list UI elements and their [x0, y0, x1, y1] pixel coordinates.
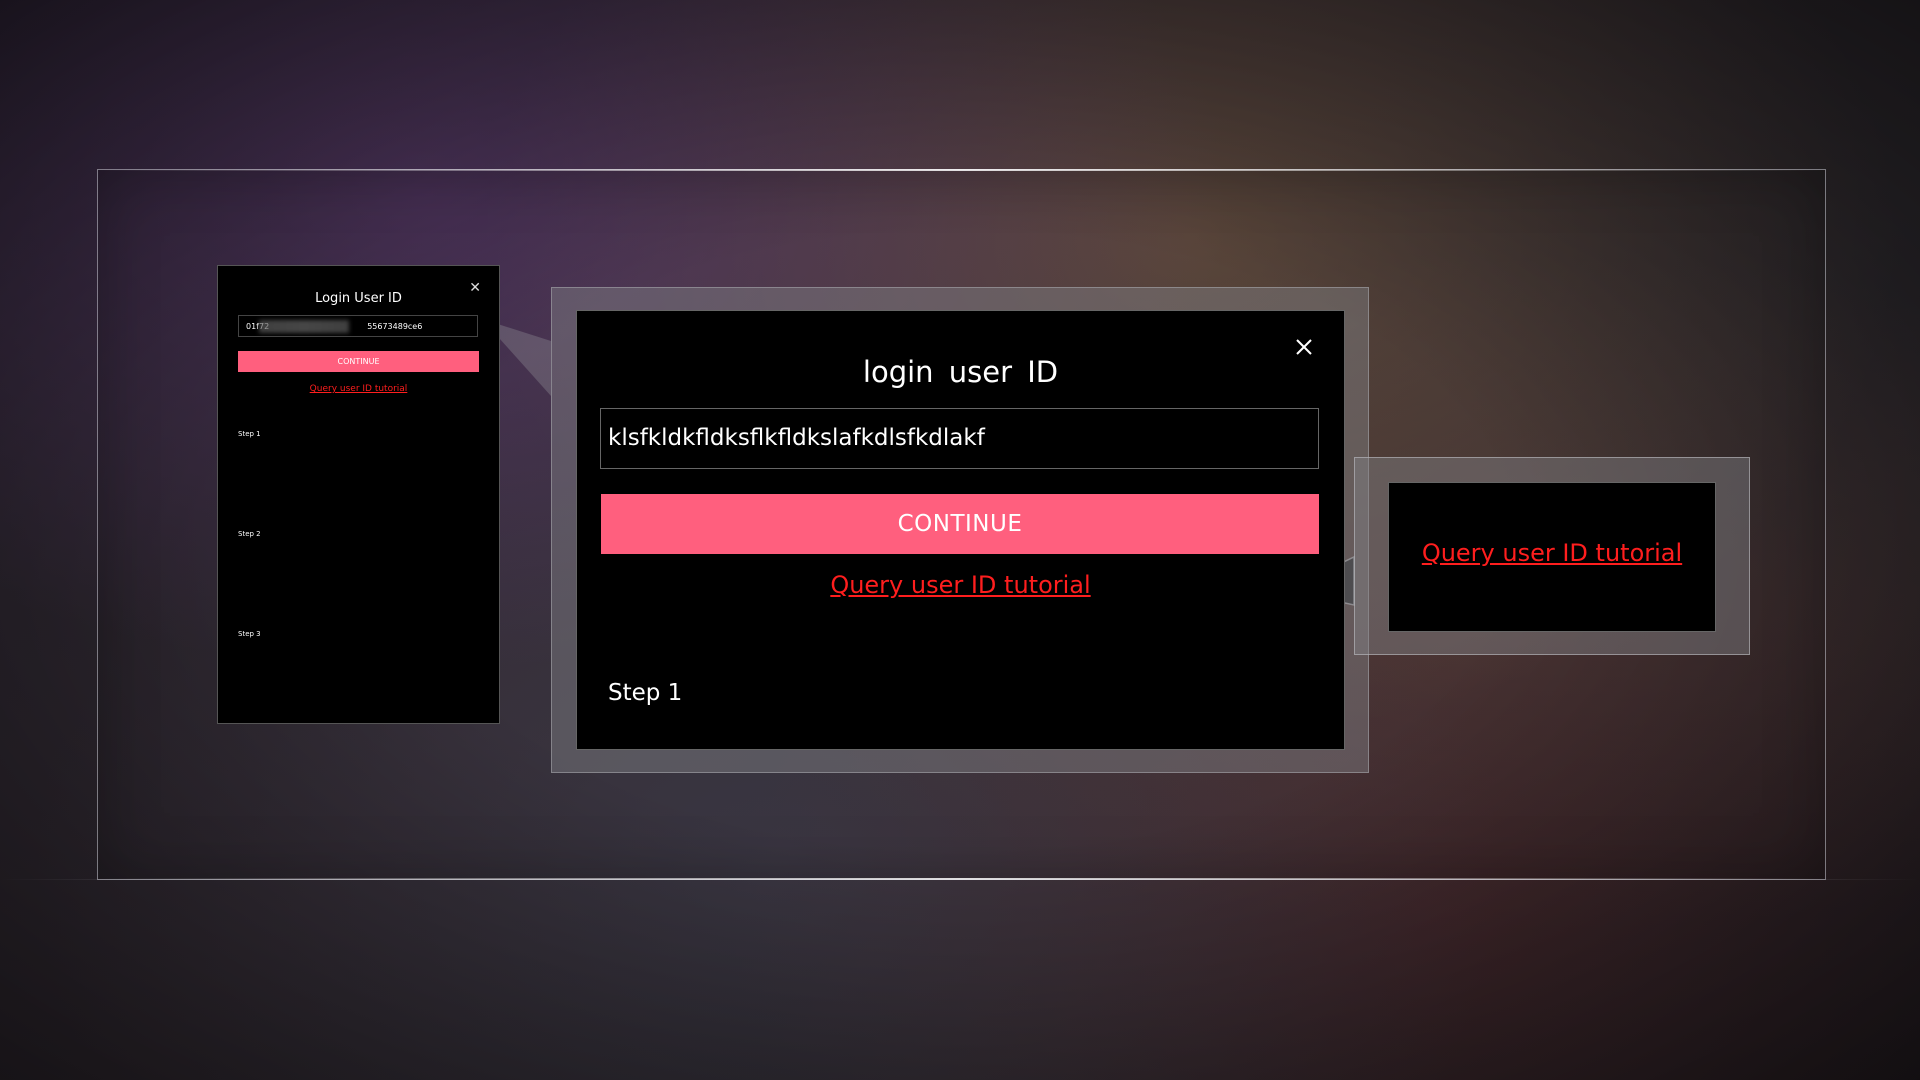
- user-id-input[interactable]: 01f72 55673489ce6: [238, 315, 478, 337]
- close-icon[interactable]: [1293, 336, 1315, 358]
- step-1-label: Step 1: [608, 680, 683, 706]
- dialog-title: login user ID: [862, 355, 1059, 389]
- step-1-label: Step 1: [238, 430, 261, 438]
- redacted-blur: [259, 320, 349, 333]
- close-icon[interactable]: ✕: [469, 281, 481, 295]
- callout-box: Query user ID tutorial: [1388, 482, 1716, 632]
- tutorial-link[interactable]: Query user ID tutorial: [577, 571, 1344, 599]
- user-id-suffix: 55673489ce6: [367, 322, 423, 331]
- dialog-title: Login User ID: [315, 291, 402, 306]
- user-id-input[interactable]: [600, 408, 1319, 469]
- login-dialog: login user ID CONTINUE Query user ID tut…: [576, 310, 1345, 750]
- login-dialog-preview: Login User ID ✕ 01f72 55673489ce6 CONTINU…: [217, 265, 500, 724]
- frame-glow-top: [98, 169, 1825, 171]
- horizontal-divider: [0, 879, 1920, 880]
- continue-button[interactable]: CONTINUE: [238, 351, 479, 372]
- step-2-label: Step 2: [238, 530, 261, 538]
- tutorial-link-callout[interactable]: Query user ID tutorial: [1389, 539, 1715, 567]
- step-3-label: Step 3: [238, 630, 261, 638]
- tutorial-link[interactable]: Query user ID tutorial: [218, 384, 499, 394]
- continue-button[interactable]: CONTINUE: [601, 494, 1319, 554]
